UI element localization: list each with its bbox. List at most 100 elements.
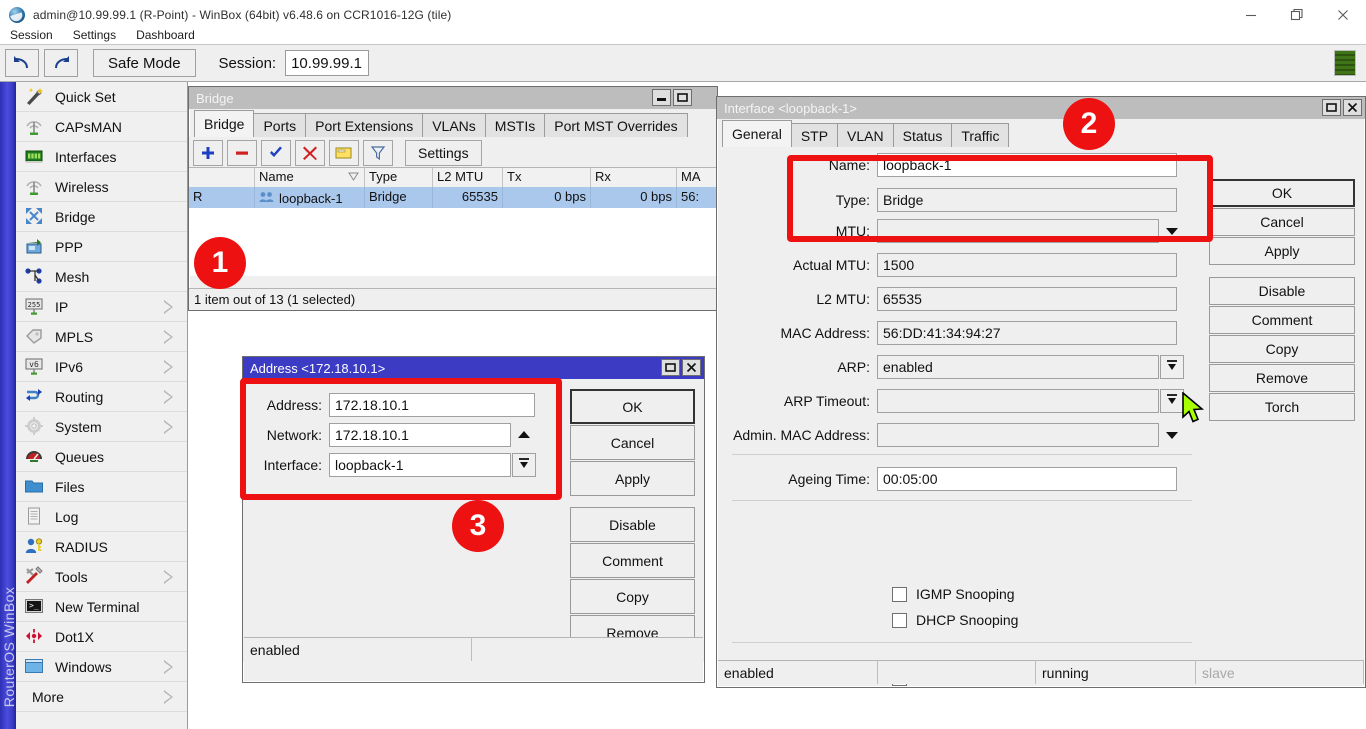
tab-interface-stp[interactable]: STP <box>791 123 838 147</box>
input-arp-timeout[interactable] <box>877 389 1159 413</box>
address-window-titlebar[interactable]: Address <172.18.10.1> <box>243 357 704 379</box>
sidebar-item-capsman[interactable]: CAPsMAN <box>16 112 187 142</box>
plus-icon[interactable] <box>193 140 223 166</box>
sidebar-item-quick-set[interactable]: Quick Set <box>16 82 187 112</box>
session-value[interactable]: 10.99.99.1 <box>285 50 369 76</box>
menu-settings[interactable]: Settings <box>63 28 126 42</box>
sidebar-item-ip[interactable]: 255IP <box>16 292 187 322</box>
sidebar-item-wireless[interactable]: Wireless <box>16 172 187 202</box>
comment-note-icon[interactable] <box>329 140 359 166</box>
disable-button[interactable]: Disable <box>1209 277 1355 305</box>
sidebar-item-queues[interactable]: Queues <box>16 442 187 472</box>
mesh-nodes-icon <box>24 266 46 288</box>
address-copy-button[interactable]: Copy <box>570 579 695 614</box>
maximize-icon[interactable] <box>661 359 680 376</box>
tab-bridge-ports[interactable]: Ports <box>253 113 306 137</box>
redo-arrow-icon[interactable] <box>44 49 78 77</box>
sidebar-item-interfaces[interactable]: Interfaces <box>16 142 187 172</box>
sidebar-item-mesh[interactable]: Mesh <box>16 262 187 292</box>
address-apply-button[interactable]: Apply <box>570 461 695 496</box>
ok-button[interactable]: OK <box>1209 179 1355 207</box>
sidebar-item-windows[interactable]: Windows <box>16 652 187 682</box>
sidebar-item-ipv6[interactable]: v6IPv6 <box>16 352 187 382</box>
input-ageing-time[interactable]: 00:05:00 <box>877 467 1177 491</box>
cross-icon[interactable] <box>295 140 325 166</box>
input-network[interactable]: 172.18.10.1 <box>329 423 511 447</box>
checkbox-dhcp-snooping[interactable]: DHCP Snooping <box>892 607 1192 633</box>
tab-bridge-mstis[interactable]: MSTIs <box>485 113 545 137</box>
sidebar-item-dot1x[interactable]: Dot1X <box>16 622 187 652</box>
bridge-window-titlebar[interactable]: Bridge <box>189 87 717 109</box>
minimize-icon[interactable] <box>652 89 671 106</box>
sidebar-item-mpls[interactable]: MPLS <box>16 322 187 352</box>
interface-window-titlebar[interactable]: Interface <loopback-1> <box>717 97 1365 119</box>
dropdown-spinner-arp[interactable] <box>1160 355 1184 379</box>
column-name[interactable]: Name <box>255 168 365 187</box>
tab-bridge-port-extensions[interactable]: Port Extensions <box>305 113 423 137</box>
tab-interface-traffic[interactable]: Traffic <box>951 123 1009 147</box>
chevron-down-icon-mtu[interactable] <box>1159 219 1185 243</box>
sidebar-item-more[interactable]: More <box>16 682 187 712</box>
chevron-up-icon-network[interactable] <box>511 423 537 447</box>
undo-arrow-icon[interactable] <box>5 49 39 77</box>
apply-button[interactable]: Apply <box>1209 237 1355 265</box>
address-ok-button[interactable]: OK <box>570 389 695 424</box>
safe-mode-button[interactable]: Safe Mode <box>93 49 196 77</box>
torch-button[interactable]: Torch <box>1209 393 1355 421</box>
tab-bridge-port-mst-overrides[interactable]: Port MST Overrides <box>544 113 687 137</box>
check-icon[interactable] <box>261 140 291 166</box>
checkbox-igmp-snooping[interactable]: IGMP Snooping <box>892 581 1192 607</box>
remove-button[interactable]: Remove <box>1209 364 1355 392</box>
address-disable-button[interactable]: Disable <box>570 507 695 542</box>
sidebar-item-radius[interactable]: RADIUS <box>16 532 187 562</box>
cancel-button[interactable]: Cancel <box>1209 208 1355 236</box>
magic-wand-icon <box>24 86 46 108</box>
checkbox-box[interactable] <box>892 613 907 628</box>
tab-interface-vlan[interactable]: VLAN <box>837 123 894 147</box>
menu-dashboard[interactable]: Dashboard <box>126 28 205 42</box>
comment-button[interactable]: Comment <box>1209 306 1355 334</box>
bridge-settings-button[interactable]: Settings <box>405 140 482 166</box>
input-address[interactable]: 172.18.10.1 <box>329 393 535 417</box>
input-mtu[interactable] <box>877 219 1159 243</box>
dropdown-spinner-arp-timeout[interactable] <box>1160 389 1184 413</box>
tab-bridge-vlans[interactable]: VLANs <box>422 113 486 137</box>
ipv6-icon: v6 <box>24 356 46 378</box>
sidebar-item-bridge[interactable]: Bridge <box>16 202 187 232</box>
sidebar-item-files[interactable]: Files <box>16 472 187 502</box>
column-rx[interactable]: Rx <box>591 168 677 187</box>
maximize-icon[interactable] <box>673 89 692 106</box>
close-icon[interactable] <box>1343 99 1362 116</box>
tab-bridge-bridge[interactable]: Bridge <box>194 110 254 137</box>
column-tx[interactable]: Tx <box>503 168 591 187</box>
sidebar-item-system[interactable]: System <box>16 412 187 442</box>
sidebar-item-tools[interactable]: Tools <box>16 562 187 592</box>
dropdown-spinner-interface[interactable] <box>512 453 536 477</box>
chevron-down-icon-admin-mac-address[interactable] <box>1159 423 1185 447</box>
copy-button[interactable]: Copy <box>1209 335 1355 363</box>
funnel-icon[interactable] <box>363 140 393 166</box>
input-interface[interactable]: loopback-1 <box>329 453 511 477</box>
sidebar-item-new-terminal[interactable]: >_New Terminal <box>16 592 187 622</box>
column-type[interactable]: Type <box>365 168 433 187</box>
close-icon[interactable] <box>682 359 701 376</box>
input-name[interactable]: loopback-1 <box>877 153 1177 177</box>
column-flags[interactable] <box>189 168 255 187</box>
address-comment-button[interactable]: Comment <box>570 543 695 578</box>
maximize-icon[interactable] <box>1322 99 1341 116</box>
address-cancel-button[interactable]: Cancel <box>570 425 695 460</box>
table-row[interactable]: R loopback-1 Bridge 65535 0 bps 0 bps 5 <box>189 187 717 208</box>
sidebar-item-routing[interactable]: Routing <box>16 382 187 412</box>
input-admin-mac-address[interactable] <box>877 423 1159 447</box>
sidebar-item-log[interactable]: Log <box>16 502 187 532</box>
column-l2mtu[interactable]: L2 MTU <box>433 168 503 187</box>
sidebar-item-ppp[interactable]: PPP <box>16 232 187 262</box>
tab-interface-status[interactable]: Status <box>893 123 953 147</box>
input-arp[interactable]: enabled <box>877 355 1159 379</box>
checkbox-box[interactable] <box>892 587 907 602</box>
tab-interface-general[interactable]: General <box>722 120 792 147</box>
column-mac[interactable]: MA <box>677 168 717 187</box>
bridge-grid-empty-area <box>189 208 717 276</box>
minus-icon[interactable] <box>227 140 257 166</box>
menu-session[interactable]: Session <box>0 28 63 42</box>
